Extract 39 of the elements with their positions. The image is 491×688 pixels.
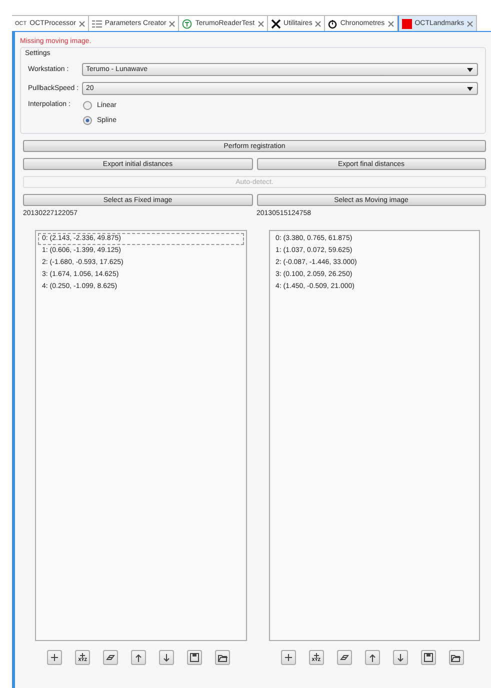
caret-icon: [467, 86, 473, 90]
down-arrow-icon: [396, 654, 404, 662]
save-tool-button[interactable]: [187, 650, 202, 665]
up-tool-button[interactable]: [131, 650, 146, 665]
erase-tool-button[interactable]: [336, 650, 352, 665]
caret-icon: [467, 68, 473, 72]
plus-icon: [80, 653, 86, 658]
up-arrow-icon: [368, 654, 376, 662]
eraser-icon: [340, 654, 349, 661]
close-icon[interactable]: [258, 20, 264, 26]
down-arrow-icon: [163, 654, 170, 662]
open-tool-button[interactable]: [448, 650, 464, 665]
save-icon: [424, 653, 433, 662]
stopwatch-icon: [328, 18, 338, 28]
up-tool-button[interactable]: [364, 650, 380, 665]
close-icon[interactable]: [169, 20, 176, 26]
plus-icon: [314, 653, 319, 658]
up-arrow-icon: [135, 654, 142, 662]
circle-icon: [182, 18, 192, 28]
plus-icon: [284, 654, 292, 661]
folder-icon: [451, 654, 462, 662]
close-icon[interactable]: [467, 20, 474, 26]
folder-icon: [218, 654, 228, 662]
close-icon[interactable]: [78, 20, 85, 26]
add-tool-button[interactable]: [47, 650, 62, 665]
erase-tool-button[interactable]: [103, 650, 118, 665]
close-icon[interactable]: [315, 20, 322, 26]
down-tool-button[interactable]: [159, 650, 174, 665]
save-icon: [190, 653, 200, 662]
eraser-icon: [106, 654, 116, 661]
down-tool-button[interactable]: [392, 650, 408, 665]
close-icon[interactable]: [388, 20, 394, 26]
tools-icon: [270, 18, 281, 28]
list-icon: [92, 20, 102, 28]
square-icon: [402, 18, 412, 28]
open-tool-button[interactable]: [215, 650, 230, 665]
save-tool-button[interactable]: [420, 650, 436, 665]
plus-icon: [51, 654, 58, 661]
add-tool-button[interactable]: [280, 650, 296, 665]
